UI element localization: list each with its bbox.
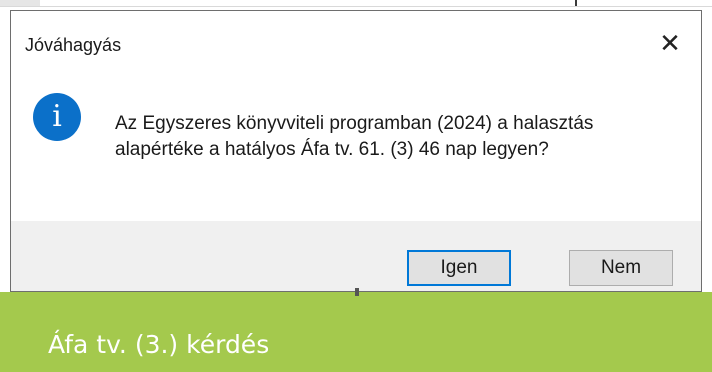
dialog-content: i Az Egyszeres könyvviteli programban (2… xyxy=(11,73,701,221)
no-button-label: Nem xyxy=(600,257,642,278)
yes-button[interactable]: Igen xyxy=(407,250,511,286)
caption-text: Áfa tv. (3.) kérdés xyxy=(48,330,270,359)
background-window-divider xyxy=(0,6,712,7)
close-icon: ✕ xyxy=(659,29,681,59)
no-button[interactable]: Nem xyxy=(569,250,673,286)
dialog-message: Az Egyszeres könyvviteli programban (202… xyxy=(115,113,594,160)
dialog-button-bar: Igen Nem xyxy=(11,221,701,291)
caption-bar: Áfa tv. (3.) kérdés xyxy=(0,288,712,372)
confirmation-dialog: Jóváhagyás ✕ i Az Egyszeres könyvviteli … xyxy=(10,10,702,292)
close-button[interactable]: ✕ xyxy=(647,25,693,63)
dialog-titlebar[interactable]: Jóváhagyás ✕ xyxy=(11,11,701,73)
resize-handle xyxy=(355,288,359,296)
dialog-title: Jóváhagyás xyxy=(25,35,122,55)
yes-button-label: Igen xyxy=(440,257,478,278)
background-window-edge xyxy=(0,0,712,10)
info-icon: i xyxy=(33,93,81,141)
